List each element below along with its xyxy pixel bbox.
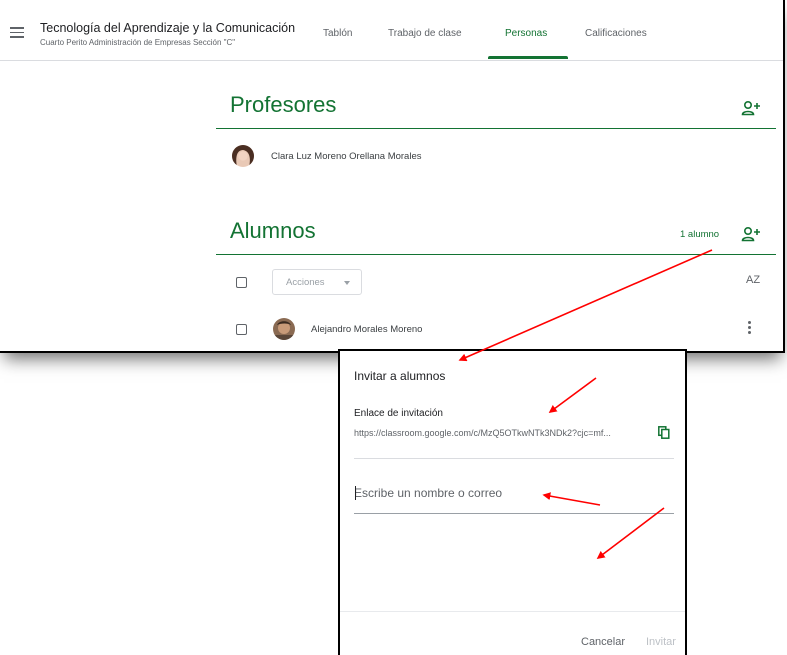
- dialog-footer-divider: [340, 611, 685, 612]
- tab-tablon[interactable]: Tablón: [323, 28, 352, 39]
- tab-personas[interactable]: Personas: [505, 28, 547, 39]
- tab-calificaciones[interactable]: Calificaciones: [585, 28, 647, 39]
- text-cursor: [355, 486, 356, 500]
- students-heading: Alumnos: [230, 218, 316, 243]
- student-name[interactable]: Alejandro Morales Moreno: [311, 324, 422, 335]
- class-subtitle: Cuarto Perito Administración de Empresas…: [40, 38, 236, 47]
- invite-link-label: Enlace de invitación: [354, 408, 443, 419]
- top-bar: Tecnología del Aprendizaje y la Comunica…: [0, 0, 783, 61]
- add-student-icon[interactable]: [741, 226, 761, 242]
- select-all-checkbox[interactable]: [236, 277, 247, 288]
- actions-dropdown[interactable]: Acciones: [272, 269, 362, 295]
- invite-students-dialog: Invitar a alumnos Enlace de invitación h…: [338, 349, 687, 655]
- active-tab-indicator: [488, 56, 568, 59]
- teacher-name: Clara Luz Moreno Orellana Morales: [271, 151, 422, 162]
- invite-link-url[interactable]: https://classroom.google.com/c/MzQ5OTkwN…: [354, 428, 611, 438]
- dialog-title: Invitar a alumnos: [354, 369, 446, 383]
- more-vertical-icon[interactable]: [748, 321, 752, 336]
- actions-label: Acciones: [286, 277, 325, 288]
- chevron-down-icon: [344, 281, 350, 285]
- teacher-avatar: [232, 145, 254, 167]
- student-avatar: [273, 318, 295, 340]
- class-title[interactable]: Tecnología del Aprendizaje y la Comunica…: [40, 21, 295, 35]
- teachers-divider: [216, 128, 776, 129]
- student-search-input[interactable]: [354, 473, 674, 514]
- classroom-window: Tecnología del Aprendizaje y la Comunica…: [0, 0, 785, 353]
- dialog-divider: [354, 458, 674, 459]
- sort-az-icon[interactable]: AZ: [746, 274, 760, 286]
- tab-trabajo-de-clase[interactable]: Trabajo de clase: [388, 28, 462, 39]
- cancel-button[interactable]: Cancelar: [581, 636, 625, 648]
- hamburger-menu-icon[interactable]: [10, 27, 24, 38]
- students-divider: [216, 254, 776, 255]
- student-checkbox[interactable]: [236, 324, 247, 335]
- teachers-heading: Profesores: [230, 92, 337, 117]
- invite-button[interactable]: Invitar: [646, 636, 676, 648]
- add-teacher-icon[interactable]: [741, 100, 761, 116]
- student-count: 1 alumno: [680, 229, 720, 240]
- copy-icon[interactable]: [658, 426, 670, 439]
